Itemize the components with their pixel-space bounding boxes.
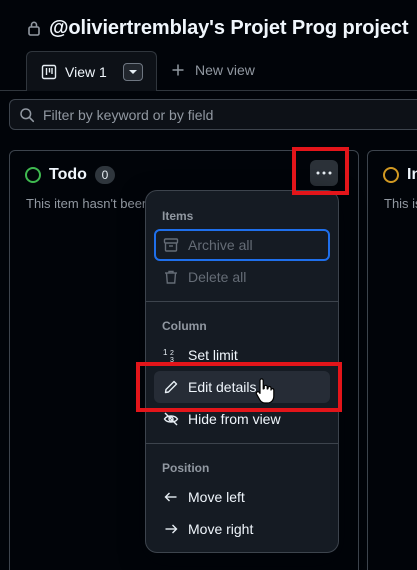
- status-circle-icon: [25, 167, 41, 183]
- filter-bar[interactable]: [9, 99, 417, 130]
- edit-details-menu-item[interactable]: Edit details: [154, 371, 330, 403]
- page-title: @oliviertremblay's Projet Prog project: [49, 16, 409, 39]
- eye-closed-icon: [163, 412, 179, 426]
- arrow-right-icon: [165, 524, 178, 534]
- menu-divider: [146, 301, 338, 302]
- item-count-badge: 0: [94, 166, 115, 184]
- tab-label: View 1: [65, 63, 107, 80]
- menu-item-label: Hide from view: [188, 411, 281, 427]
- menu-item-label: Delete all: [188, 269, 247, 285]
- lock-icon: [28, 21, 40, 36]
- column-description: This is actively being worked on: [384, 196, 417, 211]
- search-icon: [20, 107, 35, 122]
- set-limit-menu-item[interactable]: 1 2 3 Set limit: [154, 339, 330, 371]
- column-header: In progress: [383, 166, 417, 184]
- status-circle-icon: [383, 167, 399, 183]
- section-title-items: Items: [162, 209, 194, 223]
- board-icon: [41, 64, 57, 79]
- tab-options-button[interactable]: [122, 62, 143, 81]
- menu-item-label: Edit details: [188, 379, 257, 395]
- trash-icon: [165, 270, 177, 284]
- pencil-icon: [164, 380, 178, 394]
- project-header: @oliviertremblay's Projet Prog project V…: [0, 0, 417, 96]
- column-header: Todo 0: [25, 166, 115, 184]
- kebab-horizontal-icon: [316, 171, 332, 175]
- menu-divider: [146, 443, 338, 444]
- svg-text:1: 1: [163, 348, 168, 357]
- menu-item-label: Set limit: [188, 347, 238, 363]
- menu-item-label: Move right: [188, 521, 254, 537]
- column-in-progress: In progress This is actively being worke…: [367, 150, 417, 570]
- delete-all-menu-item[interactable]: Delete all: [154, 261, 330, 293]
- new-view-button[interactable]: New view: [170, 60, 255, 80]
- plus-icon: [172, 64, 184, 76]
- hide-from-view-menu-item[interactable]: Hide from view: [154, 403, 330, 435]
- section-title-column: Column: [162, 319, 207, 333]
- tab-view-1[interactable]: View 1: [26, 51, 157, 91]
- new-view-label: New view: [195, 62, 255, 78]
- menu-item-label: Move left: [188, 489, 245, 505]
- column-options-button[interactable]: [310, 160, 338, 186]
- svg-text:2: 2: [170, 350, 174, 357]
- archive-all-menu-item[interactable]: Archive all: [154, 229, 330, 261]
- column-name: In progress: [407, 166, 417, 183]
- svg-text:3: 3: [170, 357, 174, 363]
- hand-pointer-cursor-icon: [255, 378, 275, 404]
- filter-input[interactable]: [43, 106, 403, 123]
- arrow-left-icon: [164, 492, 177, 502]
- column-options-menu: Items Archive all Delete all Column 1 2 …: [145, 190, 339, 553]
- section-title-position: Position: [162, 461, 210, 475]
- menu-item-label: Archive all: [188, 237, 253, 253]
- archive-icon: [163, 238, 179, 252]
- caret-down-icon: [128, 69, 137, 74]
- move-left-menu-item[interactable]: Move left: [154, 481, 330, 513]
- title-row: @oliviertremblay's Projet Prog project: [27, 14, 409, 42]
- move-right-menu-item[interactable]: Move right: [154, 513, 330, 545]
- column-name: Todo: [49, 166, 87, 183]
- number-icon: 1 2 3: [163, 348, 174, 363]
